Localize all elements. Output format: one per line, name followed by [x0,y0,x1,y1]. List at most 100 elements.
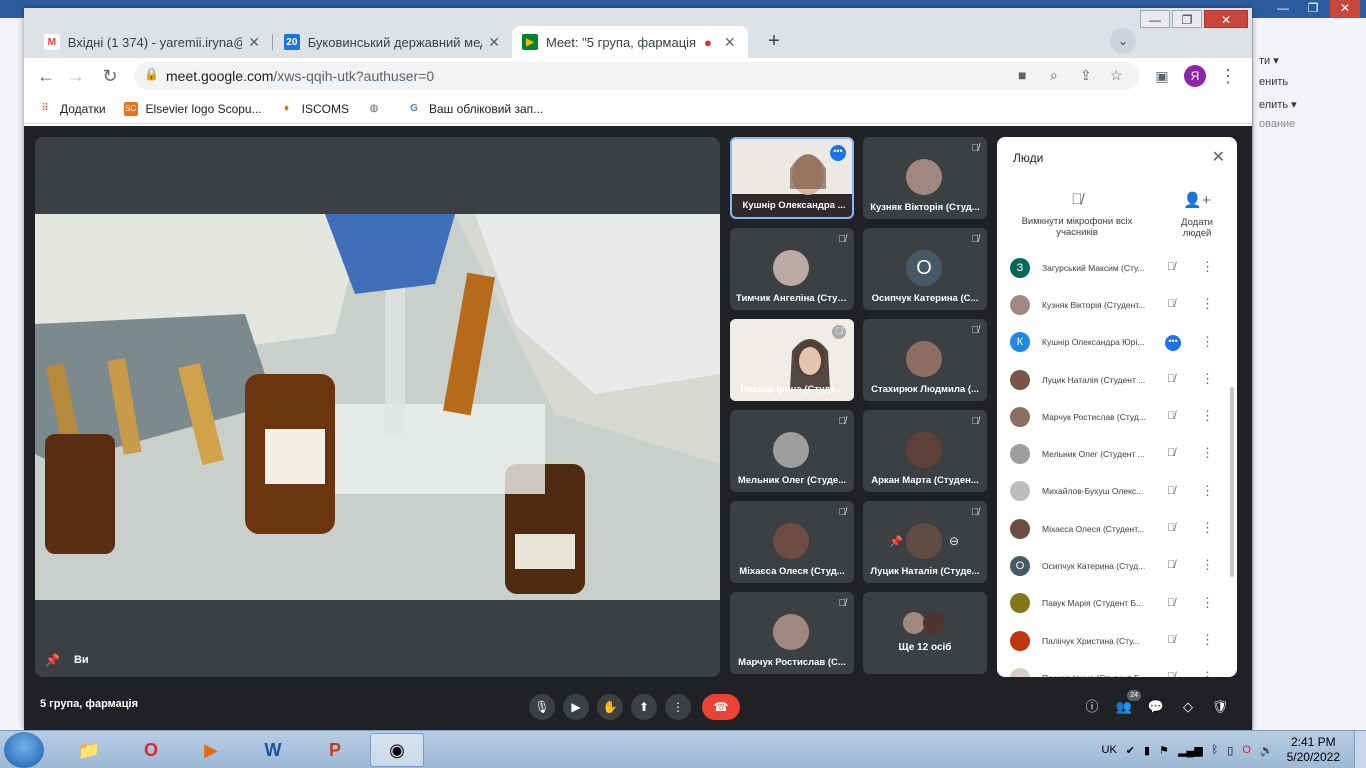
self-video-tile[interactable]: 📌 Ви [35,137,720,677]
battery-icon[interactable]: ▯ [1227,744,1233,757]
participant-options-icon[interactable]: ⋮ [1201,371,1214,387]
mic-off-icon[interactable]: 🎙̸ [1167,298,1175,310]
word-minimize-button[interactable]: — [1268,0,1298,18]
participant-tile[interactable]: 🎙̸ Паскар Ірина (Студе... [730,319,854,401]
meeting-details-icon[interactable]: ⓘ [1079,694,1105,720]
participant-tile[interactable]: 🎙̸ Кузняк Вікторія (Студ... [863,137,987,219]
word-close-button[interactable]: ✕ [1330,0,1360,18]
participant-options-icon[interactable]: ⋮ [1201,408,1214,424]
tab-close-icon[interactable]: ✕ [488,34,500,51]
participant-options-icon[interactable]: ⋮ [1201,557,1214,573]
chrome-icon[interactable]: ◉ [370,733,424,767]
mute-all-button[interactable]: 🎙̸ Вимкнути мікрофони всіх учасників [1017,191,1137,238]
participant-options-icon[interactable]: ⋮ [1201,259,1214,275]
mic-off-icon[interactable]: 🎙̸ [1167,261,1175,273]
participant-options-icon[interactable]: ⋮ [1201,669,1214,677]
participant-row[interactable]: Павук Марія (Студент Б... 🎙̸ ⋮ [997,585,1237,622]
tab-gmail[interactable]: M Вхідні (1 374) - yaremii.iryna@bs ✕ [34,26,270,58]
pin-icon[interactable]: 📌 [889,535,903,548]
participant-options-icon[interactable]: ⋮ [1201,296,1214,312]
participant-row[interactable]: Кузняк Вікторія (Студент... 🎙̸ ⋮ [997,286,1237,323]
mic-off-icon[interactable]: 🎙̸ [1167,410,1175,422]
participant-row[interactable]: З Загурський Максим (Сту... 🎙̸ ⋮ [997,249,1237,286]
present-button[interactable]: ⬆ [631,694,657,720]
security-icon[interactable]: ✔ [1126,744,1135,757]
camera-in-use-icon[interactable]: ■ [1018,67,1026,83]
raise-hand-button[interactable]: ✋ [597,694,623,720]
bookmark-google-account[interactable]: G Ваш обліковий зап... [407,102,543,116]
bookmark-star-icon[interactable]: ☆ [1110,67,1123,84]
new-tab-button[interactable]: + [760,28,788,56]
people-icon[interactable]: 👥 24 [1111,690,1141,720]
mic-off-icon[interactable]: 🎙̸ [1167,634,1175,646]
camera-button[interactable]: ▶ [563,694,589,720]
word-ribbon-item[interactable]: ти ▾ [1259,54,1279,67]
participant-row[interactable]: Мельник Олег (Студент ... 🎙̸ ⋮ [997,435,1237,472]
volume-icon[interactable]: 🔊 [1260,744,1274,757]
folder-icon[interactable]: ▮ [1144,744,1150,757]
word-ribbon-item[interactable]: елить ▾ [1259,98,1297,111]
mic-off-icon[interactable]: 🎙̸ [1167,671,1175,677]
profile-avatar[interactable]: Я [1184,65,1206,87]
mic-off-icon[interactable]: 🎙̸ [1167,485,1175,497]
participant-row[interactable]: О Осипчук Катерина (Студ... 🎙̸ ⋮ [997,547,1237,584]
participant-options-icon[interactable]: ⋮ [1201,632,1214,648]
participant-options-icon[interactable]: ⋮ [1201,334,1214,350]
bookmark-globe[interactable]: ◍ [367,102,389,116]
close-panel-icon[interactable]: ✕ [1212,147,1225,167]
language-indicator[interactable]: UK [1102,744,1117,756]
participant-row[interactable]: Паліічук Христина (Сту... 🎙̸ ⋮ [997,622,1237,659]
minimize-button[interactable]: — [1140,10,1170,28]
end-call-button[interactable]: ☎ [702,694,740,720]
reload-icon[interactable]: ↻ [98,64,122,88]
bookmark-scopus[interactable]: SC Elsevier logo Scopu... [123,101,262,116]
start-button[interactable] [4,732,44,768]
more-participants-tile[interactable]: Ще 12 осіб [863,592,987,674]
flag-icon[interactable]: ⚑ [1159,744,1169,757]
mic-off-icon[interactable]: 🎙̸ [1167,447,1175,459]
forward-icon[interactable]: → [64,64,88,88]
tab-close-icon[interactable]: ✕ [724,34,736,51]
opera-icon[interactable]: O [124,733,178,767]
host-controls-icon[interactable]: 🛡 [1207,694,1233,720]
participant-row[interactable]: Луцик Наталія (Студент ... 🎙̸ ⋮ [997,361,1237,398]
mic-button[interactable]: 🎙 [529,694,555,720]
activities-icon[interactable]: ◇ [1175,694,1201,720]
menu-icon[interactable]: ⋮ [1216,64,1240,88]
participant-tile[interactable]: 🎙̸ Аркан Марта (Студен... [863,410,987,492]
participant-tile[interactable]: ••• Кушнір Олександра ... [730,137,854,219]
participant-row[interactable]: Паскар Ірина (Студент Б... 🎙̸ ⋮ [997,659,1237,677]
word-icon[interactable]: W [246,733,300,767]
participant-tile[interactable]: 🎙̸ Міхаєса Олеся (Студ... [730,501,854,583]
bookmark-iscoms[interactable]: ♦ ISCOMS [280,102,349,116]
tab-university[interactable]: 20 Буковинський державний меди ✕ [274,26,510,58]
participant-options-icon[interactable]: ⋮ [1201,483,1214,499]
mic-off-icon[interactable]: 🎙̸ [1167,373,1175,385]
lock-icon[interactable]: 🔒 [144,67,159,81]
zoom-icon[interactable]: ⌕ [1050,67,1058,84]
participant-options-icon[interactable]: ⋮ [1201,520,1214,536]
participant-options-icon[interactable]: ⋮ [1201,445,1214,461]
side-panel-icon[interactable]: ▣ [1150,64,1174,88]
word-maximize-button[interactable]: ❐ [1298,0,1328,18]
clock[interactable]: 2:41 PM 5/20/2022 [1287,735,1340,765]
remove-icon[interactable]: ⊖ [949,534,959,548]
word-ribbon-item[interactable]: енить [1259,76,1288,88]
participant-row[interactable]: Михайлов-Бухуш Олекс... 🎙̸ ⋮ [997,473,1237,510]
network-icon[interactable]: ▂▄▆ [1178,744,1203,757]
back-icon[interactable]: ← [34,64,58,88]
participant-tile[interactable]: 🎙̸ Мельник Олег (Студе... [730,410,854,492]
file-explorer-icon[interactable]: 📁 [62,733,116,767]
add-people-button[interactable]: 👤+ Додати людей [1169,191,1225,239]
share-icon[interactable]: ⇪ [1080,67,1092,84]
mic-off-icon[interactable]: 🎙̸ [1167,597,1175,609]
participant-row[interactable]: Міхаєса Олеся (Студент... 🎙̸ ⋮ [997,510,1237,547]
participant-row[interactable]: Марчук Ростислав (Студ... 🎙̸ ⋮ [997,398,1237,435]
tab-search-button[interactable]: ⌄ [1110,28,1136,54]
tab-meet[interactable]: ▶ Meet: "5 група, фармація" ● ✕ [512,26,748,58]
participant-tile[interactable]: 🎙̸ 📌 ⊖ Луцик Наталія (Студе... [863,501,987,583]
powerpoint-icon[interactable]: P [308,733,362,767]
more-options-button[interactable]: ⋮ [665,694,691,720]
mic-off-icon[interactable]: 🎙̸ [1167,522,1175,534]
participant-row[interactable]: К Кушнір Олександра Юрі... ••• ⋮ [997,324,1237,361]
